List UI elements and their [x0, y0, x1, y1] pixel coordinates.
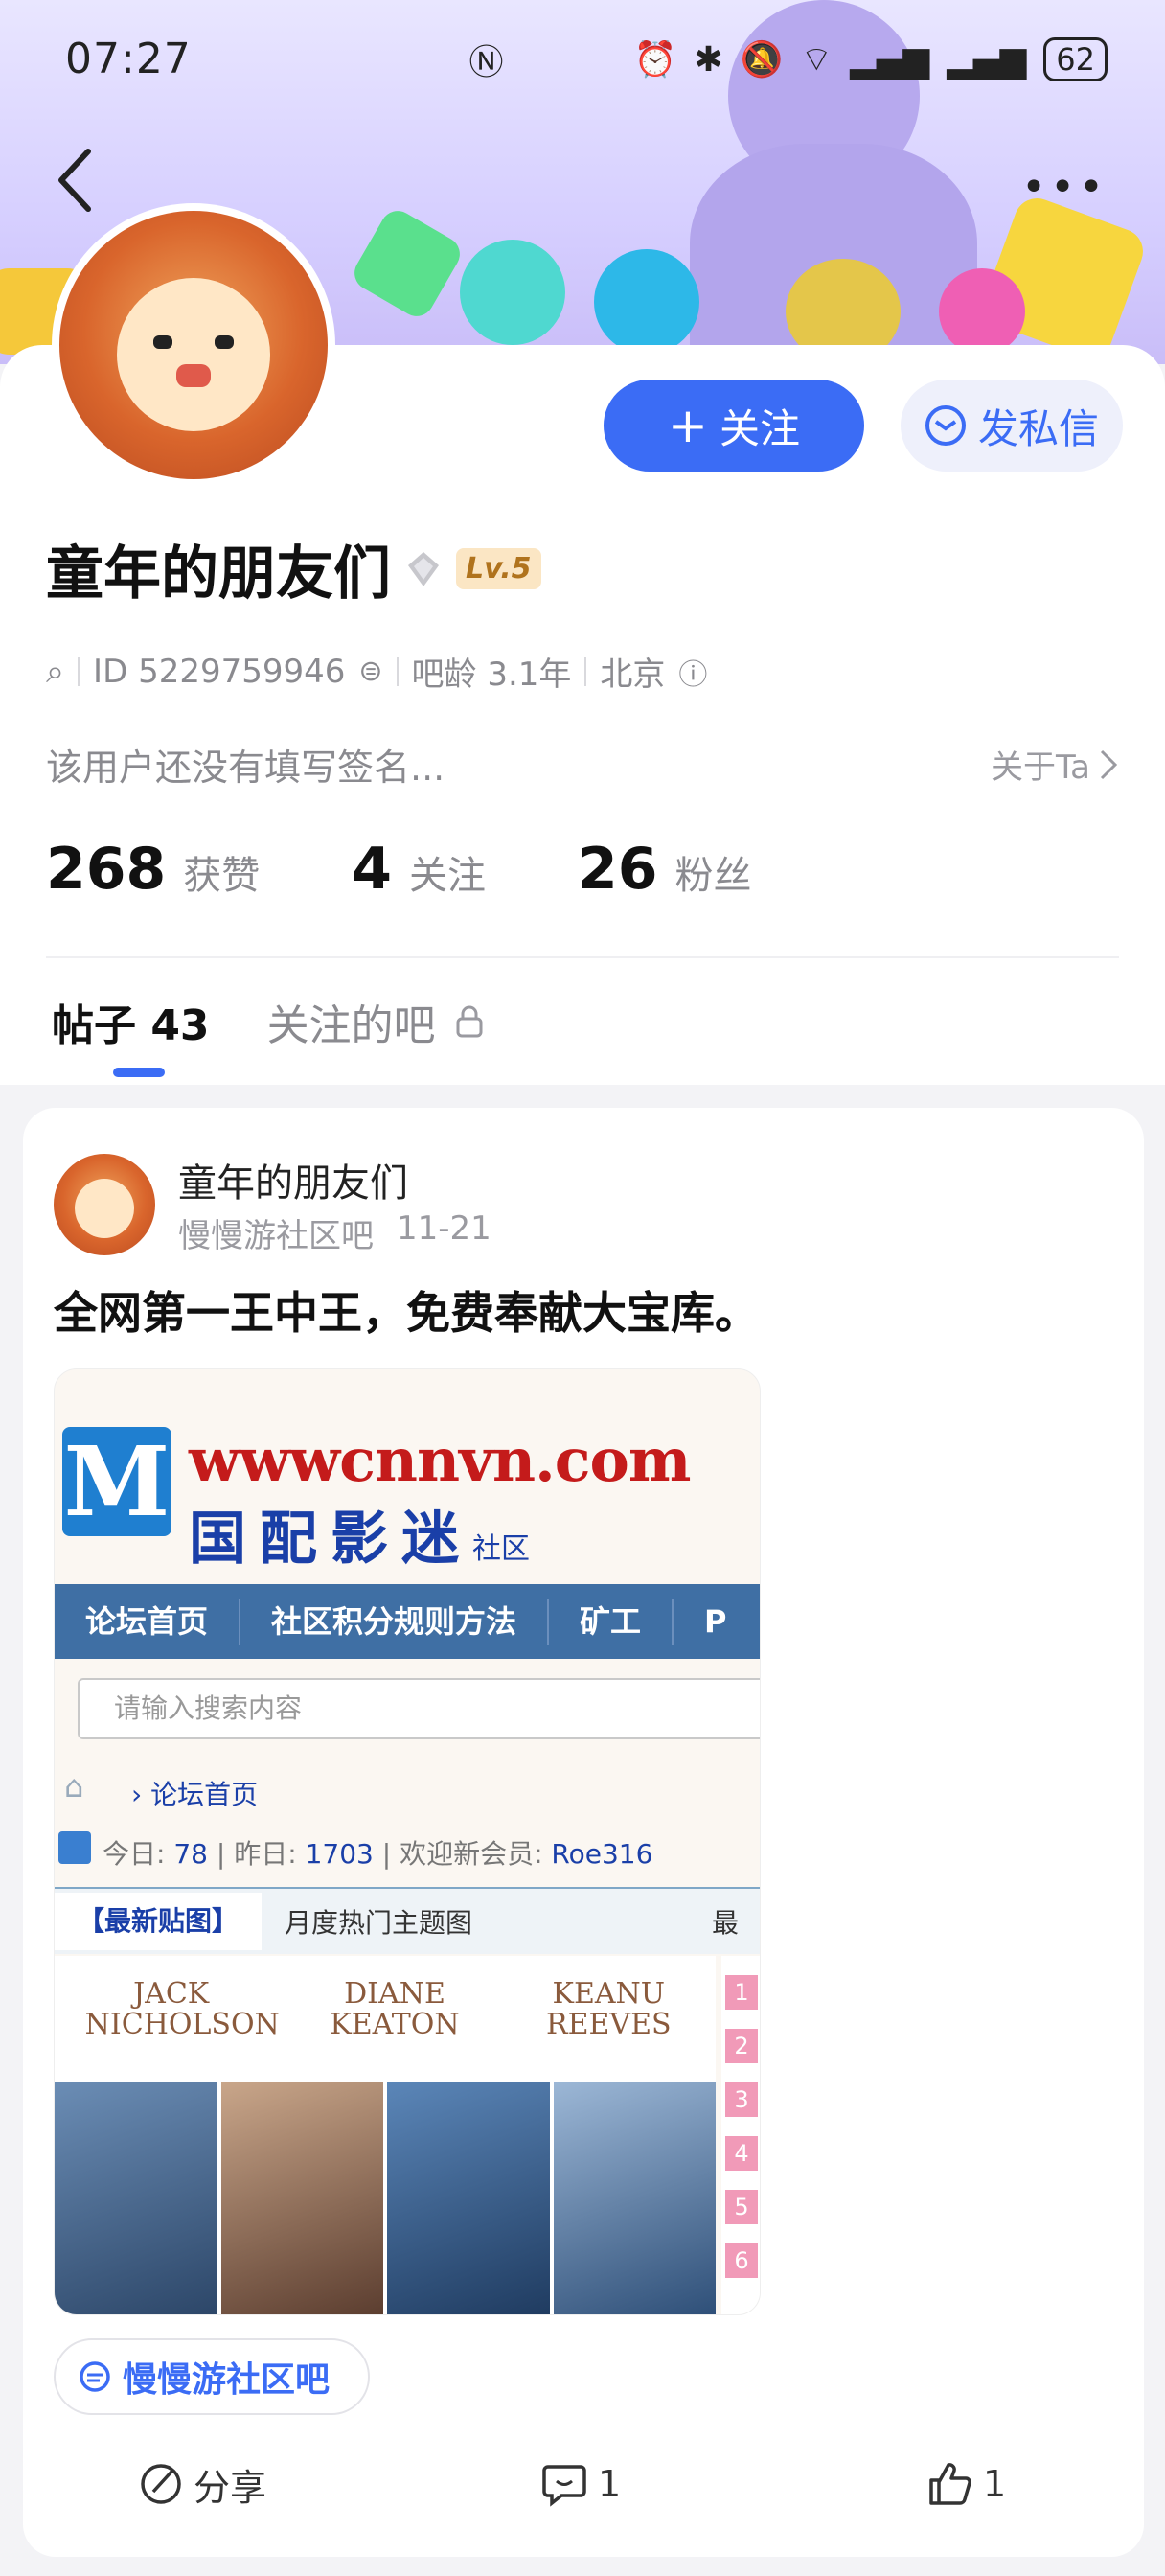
- banner-shape: [594, 249, 699, 355]
- forum-icon: [80, 2361, 110, 2392]
- signal-icon: ▂▄▆: [850, 39, 930, 80]
- level-badge: Lv.5: [456, 548, 541, 589]
- search-icon: ⌕: [46, 652, 65, 691]
- username: 童年的朋友们: [46, 540, 391, 608]
- share-button[interactable]: 分享: [138, 2458, 266, 2511]
- status-time: 07:27: [65, 34, 192, 83]
- home-icon: ⌂: [64, 1768, 84, 1805]
- stat-label: 获赞: [183, 854, 261, 898]
- site-name: 国配影迷社区: [189, 1506, 530, 1573]
- stat-number: 4: [352, 836, 392, 903]
- divider: [396, 656, 399, 686]
- comment-button[interactable]: 1: [540, 2461, 621, 2507]
- comment-count: 1: [598, 2463, 622, 2505]
- location: 北京: [600, 656, 666, 694]
- username-row: 童年的朋友们 Lv.5: [46, 527, 541, 610]
- bar-chart-icon: [58, 1831, 91, 1864]
- stat-likes[interactable]: 268 获赞: [46, 836, 260, 903]
- post-actions: 分享 1 1: [23, 2446, 1144, 2522]
- post-author-avatar[interactable]: [54, 1154, 155, 1255]
- post-meta: 慢慢游社区吧 11-21: [178, 1209, 491, 1256]
- battery-indicator: 62: [1043, 37, 1108, 81]
- profile-tabs: 帖子 43 关注的吧: [52, 991, 486, 1052]
- account-age: 吧龄 3.1年: [411, 656, 572, 694]
- nfc-icon: Ⓝ: [468, 43, 504, 82]
- alarm-icon: ⏰: [633, 40, 677, 80]
- plus-icon: +: [668, 398, 708, 453]
- post-date: 11-21: [397, 1209, 491, 1248]
- bluetooth-icon: ✱: [694, 39, 723, 80]
- site-tabs: 【最新贴图】 月度热门主题图 最: [55, 1887, 760, 1954]
- stat-label: 粉丝: [674, 854, 752, 898]
- post-author-name[interactable]: 童年的朋友们: [178, 1152, 408, 1208]
- tab-indicator: [113, 1068, 165, 1077]
- about-label: 关于Ta: [991, 748, 1090, 787]
- copy-id-icon[interactable]: ⊜: [358, 655, 382, 688]
- forum-chip[interactable]: 慢慢游社区吧: [54, 2338, 371, 2415]
- help-icon[interactable]: ⓘ: [678, 651, 707, 693]
- forum-chip-label: 慢慢游社区吧: [123, 2360, 331, 2400]
- movie-poster: JACK NICHOLSON DIANE KEATON KEANU REEVES: [55, 1956, 716, 2314]
- signature-text: 该用户还没有填写签名...: [46, 747, 445, 789]
- section-divider: [46, 956, 1119, 958]
- post-forum: 慢慢游社区吧: [178, 1217, 374, 1255]
- rank-diamond-icon: [408, 551, 439, 586]
- back-button[interactable]: [50, 144, 103, 217]
- tab-posts[interactable]: 帖子 43: [52, 991, 210, 1052]
- post-title: 全网第一王中王，免费奉献大宝库。: [54, 1287, 759, 1339]
- stat-number: 26: [578, 836, 658, 903]
- message-label: 发私信: [977, 404, 1099, 452]
- stats-row: 268 获赞 4 关注 26 粉丝: [46, 836, 844, 903]
- comment-icon: [542, 2465, 586, 2507]
- status-bar: 07:27 Ⓝ ⏰ ✱ 🔕 ⌔ ▂▄▆ ▂▄▆ 62: [0, 0, 1165, 115]
- divider: [78, 656, 80, 686]
- chevron-left-icon: [58, 149, 91, 212]
- stat-followers[interactable]: 26 粉丝: [578, 836, 752, 903]
- more-options-button[interactable]: •••: [1021, 163, 1108, 212]
- share-icon: [141, 2464, 181, 2504]
- status-icons: Ⓝ ⏰ ✱ 🔕 ⌔ ▂▄▆ ▂▄▆ 62: [468, 34, 1108, 84]
- about-link[interactable]: 关于Ta: [991, 741, 1119, 788]
- banner-shape: [460, 240, 565, 345]
- rank-list: 1 2 3 4 5 6: [721, 1956, 760, 2314]
- site-nav-bar: 论坛首页 社区积分规则方法 矿工 P: [55, 1584, 760, 1659]
- site-url-text: wwwcnnvn.com: [189, 1425, 691, 1495]
- lock-icon: [456, 1005, 483, 1038]
- follow-button[interactable]: + 关注: [604, 380, 864, 472]
- divider: [584, 656, 587, 686]
- profile-avatar[interactable]: [52, 203, 335, 487]
- site-logo-icon: M: [62, 1425, 171, 1538]
- site-search-box: 请输入搜索内容: [78, 1678, 760, 1739]
- mute-icon: 🔕: [740, 40, 784, 80]
- signal-icon: ▂▄▆: [947, 39, 1027, 80]
- follow-label: 关注: [719, 404, 800, 452]
- share-label: 分享: [194, 2466, 267, 2509]
- chevron-right-icon: [1100, 749, 1118, 779]
- thumbs-up-icon: [929, 2463, 971, 2505]
- post-image[interactable]: M wwwcnnvn.com 国配影迷社区 论坛首页 社区积分规则方法 矿工 P…: [54, 1368, 761, 2315]
- message-button[interactable]: 发私信: [901, 380, 1123, 472]
- banner-shape: [348, 204, 467, 323]
- wifi-icon: ⌔: [800, 39, 834, 80]
- like-button[interactable]: 1: [925, 2461, 1006, 2507]
- site-breadcrumb: › 论坛首页: [131, 1779, 259, 1810]
- signature-row: 该用户还没有填写签名... 关于Ta: [46, 738, 1119, 791]
- like-count: 1: [983, 2463, 1007, 2505]
- stat-label: 关注: [409, 854, 486, 898]
- message-icon: [925, 405, 966, 446]
- profile-meta: ⌕ ID 5229759946 ⊜ 吧龄 3.1年 北京 ⓘ: [46, 648, 707, 695]
- stat-following[interactable]: 4 关注: [352, 836, 486, 903]
- more-dots-icon: •••: [1021, 163, 1108, 212]
- user-id: ID 5229759946: [93, 652, 346, 691]
- post-card[interactable]: 童年的朋友们 慢慢游社区吧 11-21 全网第一王中王，免费奉献大宝库。 M w…: [23, 1108, 1144, 2557]
- banner-shape: [939, 268, 1025, 355]
- tab-followed-bars[interactable]: 关注的吧: [267, 991, 486, 1052]
- tab-label: 关注的吧: [266, 1001, 436, 1050]
- stat-number: 268: [46, 836, 167, 903]
- lion-avatar-icon: [59, 211, 328, 479]
- site-stats: 今日: 78 | 昨日: 1703 | 欢迎新会员: Roe316: [103, 1838, 653, 1870]
